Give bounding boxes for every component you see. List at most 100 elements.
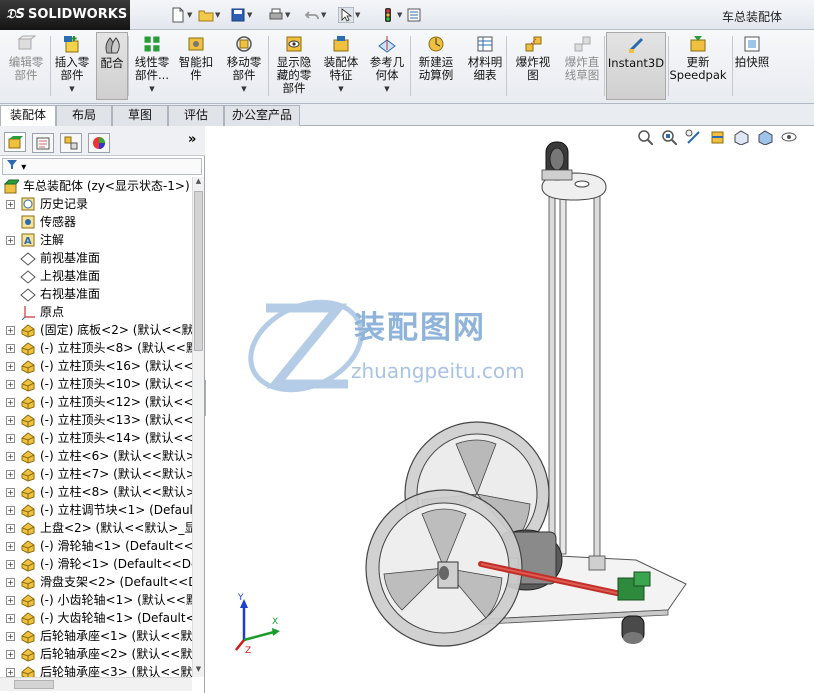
dropdown-arrow-icon[interactable]: ▼	[241, 83, 246, 96]
tree-item[interactable]: + (-) 立柱<8> (默认<<默认>	[0, 483, 192, 501]
dropdown-arrow-icon[interactable]: ▼	[187, 11, 192, 19]
quick-access-traffic-light-button[interactable]: ▼	[380, 5, 408, 25]
dropdown-arrow-icon[interactable]: ▼	[285, 11, 290, 19]
expand-toggle-icon[interactable]: +	[6, 668, 15, 677]
tree-item[interactable]: + (-) 立柱调节块<1> (Defaul	[0, 501, 192, 519]
tree-item[interactable]: + 历史记录	[0, 195, 192, 213]
quick-access-open-folder-button[interactable]: ▼	[198, 5, 226, 25]
tree-item[interactable]: 上视基准面	[0, 267, 192, 285]
expand-toggle-icon[interactable]: +	[6, 326, 15, 335]
ribbon-reference-geometry-button[interactable]: 参考几 何体 ▼	[366, 32, 408, 100]
dropdown-arrow-icon[interactable]: ▼	[397, 11, 402, 19]
expand-toggle-icon[interactable]: +	[6, 632, 15, 641]
dropdown-arrow-icon[interactable]: ▼	[384, 83, 389, 96]
ribbon-smart-fastener-button[interactable]: 智能扣件	[176, 32, 216, 100]
tree-item[interactable]: + (-) 滑轮<1> (Default<<De	[0, 555, 192, 573]
tree-item[interactable]: + 滑盘支架<2> (Default<<D	[0, 573, 192, 591]
tree-item[interactable]: + (-) 立柱顶头<12> (默认<<	[0, 393, 192, 411]
ribbon-instant3d-button[interactable]: Instant3D	[606, 32, 666, 100]
tree-item[interactable]: + (-) 立柱顶头<10> (默认<<	[0, 375, 192, 393]
ribbon-linear-pattern-button[interactable]: 线性零 部件... ▼	[132, 32, 172, 100]
tab-2[interactable]: 草图	[112, 105, 168, 126]
expand-toggle-icon[interactable]: +	[6, 416, 15, 425]
graphics-area[interactable]: 装配图网 zhuangpeitu.com Y X Z	[206, 126, 814, 693]
dropdown-arrow-icon[interactable]: ▼	[355, 11, 360, 19]
expand-toggle-icon[interactable]: +	[6, 200, 15, 209]
tree-item[interactable]: + A 注解	[0, 231, 192, 249]
scroll-down-icon[interactable]: ▼	[194, 665, 203, 677]
ribbon-assembly-feature-button[interactable]: 装配体 特征 ▼	[320, 32, 362, 100]
expand-toggle-icon[interactable]: +	[6, 362, 15, 371]
expand-toggle-icon[interactable]: +	[6, 506, 15, 515]
tree-item[interactable]: + 后轮轴承座<1> (默认<<默	[0, 627, 192, 645]
tree-horizontal-scrollbar[interactable]	[0, 677, 192, 691]
expand-toggle-icon[interactable]: +	[6, 434, 15, 443]
tree-item[interactable]: + 后轮轴承座<3> (默认<<默	[0, 663, 192, 677]
scroll-thumb-horizontal[interactable]	[14, 680, 54, 689]
ribbon-edit-component-button[interactable]: 编辑零 部件	[6, 32, 46, 100]
filter-dropdown-arrow[interactable]: ▾	[21, 162, 26, 173]
quick-access-undo-button[interactable]: ▼	[304, 5, 332, 25]
view-display-style-button[interactable]	[754, 127, 776, 147]
quick-access-new-document-button[interactable]: ▼	[170, 5, 198, 25]
tree-item[interactable]: 原点	[0, 303, 192, 321]
expand-toggle-icon[interactable]: +	[6, 470, 15, 479]
expand-toggle-icon[interactable]: +	[6, 452, 15, 461]
expand-toggle-icon[interactable]: +	[6, 488, 15, 497]
quick-access-save-button[interactable]: ▼	[230, 5, 258, 25]
dropdown-arrow-icon[interactable]: ▼	[338, 83, 343, 96]
tree-item[interactable]: + 上盘<2> (默认<<默认>_显	[0, 519, 192, 537]
tree-item[interactable]: 车总装配体 (zy<显示状态-1>)	[0, 177, 192, 195]
expand-toggle-icon[interactable]: +	[6, 380, 15, 389]
ribbon-speedpak-button[interactable]: 更新 Speedpak	[669, 32, 727, 100]
tree-item[interactable]: + (-) 小齿轮轴<1> (默认<<默	[0, 591, 192, 609]
scroll-thumb[interactable]	[194, 191, 203, 351]
panel-tab-property-manager[interactable]	[32, 133, 54, 153]
expand-toggle-icon[interactable]: +	[6, 650, 15, 659]
tree-item[interactable]: 前视基准面	[0, 249, 192, 267]
dropdown-arrow-icon[interactable]: ▼	[321, 11, 326, 19]
tree-item[interactable]: + (固定) 底板<2> (默认<<默	[0, 321, 192, 339]
tree-item[interactable]: + (-) 立柱顶头<13> (默认<<	[0, 411, 192, 429]
tab-0[interactable]: 装配体	[0, 105, 56, 127]
quick-access-options-button[interactable]	[406, 5, 434, 25]
expand-toggle-icon[interactable]: +	[6, 578, 15, 587]
tab-3[interactable]: 评估	[168, 105, 224, 126]
expand-toggle-icon[interactable]: +	[6, 614, 15, 623]
ribbon-show-hidden-button[interactable]: 显示隐 藏的零 部件	[272, 32, 316, 100]
expand-toggle-icon[interactable]: +	[6, 344, 15, 353]
tree-item[interactable]: + (-) 立柱顶头<14> (默认<<	[0, 429, 192, 447]
tree-item[interactable]: + (-) 滑轮轴<1> (Default<<[	[0, 537, 192, 555]
expand-toggle-icon[interactable]: +	[6, 542, 15, 551]
ribbon-snapshot-button[interactable]: 拍快照	[730, 32, 774, 100]
tree-item[interactable]: + (-) 立柱顶头<16> (默认<<	[0, 357, 192, 375]
dropdown-arrow-icon[interactable]: ▼	[215, 11, 220, 19]
view-section-view-button[interactable]	[706, 127, 728, 147]
panel-tab-display-manager[interactable]	[88, 133, 110, 153]
ribbon-insert-component-button[interactable]: 插入零 部件 ▼	[52, 32, 92, 100]
tree-filter[interactable]: ▾	[2, 158, 202, 175]
solidworks-logo[interactable]: 𝔇S SOLIDWORKS	[0, 0, 130, 30]
ribbon-mate-button[interactable]: 配合	[96, 32, 128, 100]
ribbon-motion-study-button[interactable]: 新建运 动算例	[414, 32, 458, 100]
ribbon-move-component-button[interactable]: 移动零 部件 ▼	[222, 32, 266, 100]
expand-toggle-icon[interactable]: +	[6, 236, 15, 245]
dropdown-arrow-icon[interactable]: ▼	[247, 11, 252, 19]
expand-toggle-icon[interactable]: +	[6, 596, 15, 605]
quick-access-select-arrow-button[interactable]: ▼	[338, 5, 366, 25]
panel-tab-feature-manager[interactable]	[4, 132, 26, 152]
tab-1[interactable]: 布局	[56, 105, 112, 126]
quick-access-print-button[interactable]: ▼	[268, 5, 296, 25]
tree-item[interactable]: + (-) 立柱顶头<8> (默认<<默	[0, 339, 192, 357]
tab-4[interactable]: 办公室产品	[224, 105, 300, 126]
expand-toggle-icon[interactable]: +	[6, 398, 15, 407]
dropdown-arrow-icon[interactable]: ▼	[149, 83, 154, 96]
scroll-up-icon[interactable]: ▲	[194, 177, 203, 189]
panel-tab-configuration-manager[interactable]	[60, 133, 82, 153]
tree-item[interactable]: + (-) 大齿轮轴<1> (Default<	[0, 609, 192, 627]
tree-item[interactable]: + 后轮轴承座<2> (默认<<默	[0, 645, 192, 663]
tree-item[interactable]: + (-) 立柱<7> (默认<<默认>	[0, 465, 192, 483]
tree-item[interactable]: + (-) 立柱<6> (默认<<默认>	[0, 447, 192, 465]
expand-toggle-icon[interactable]: +	[6, 524, 15, 533]
expand-toggle-icon[interactable]: +	[6, 560, 15, 569]
